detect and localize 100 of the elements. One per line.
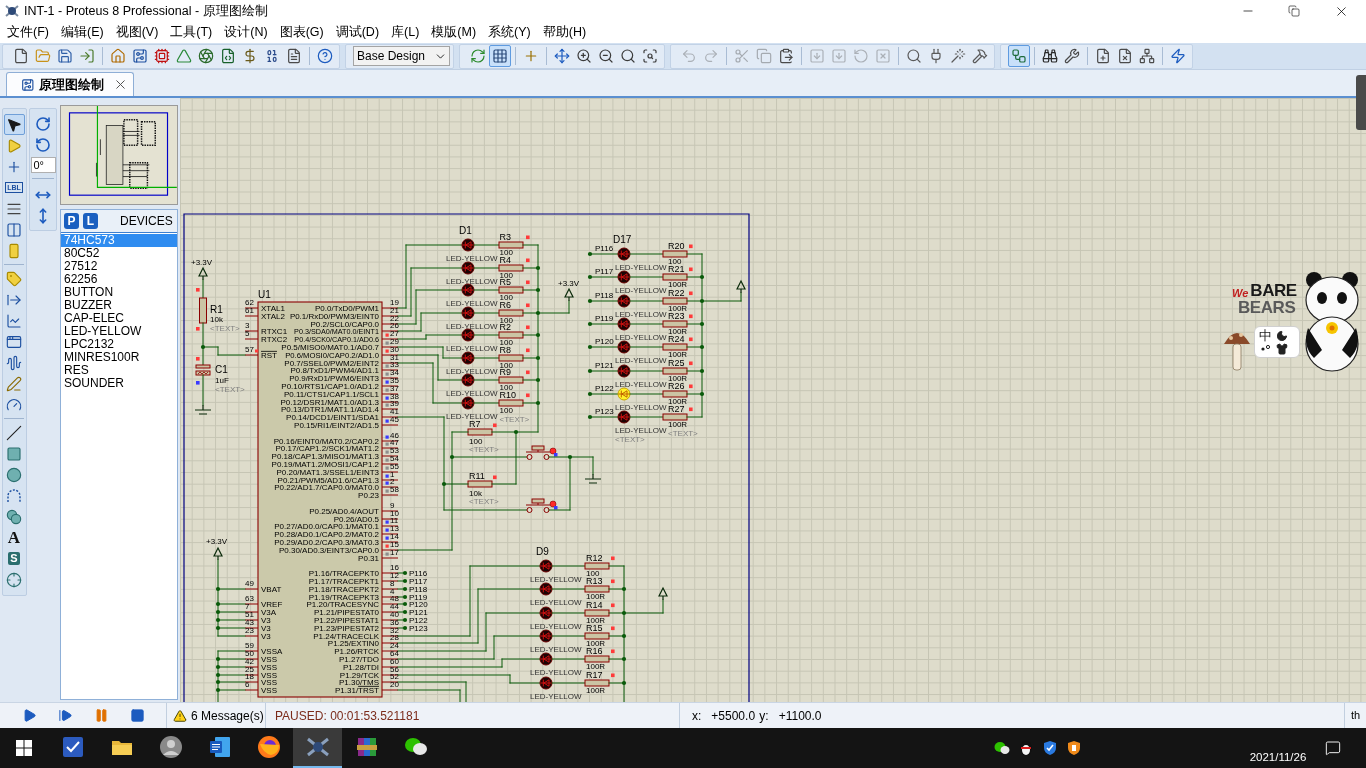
zoom-in-icon bbox=[576, 48, 592, 64]
messages-button[interactable]: 6 Message(s) bbox=[173, 705, 264, 726]
menu-item[interactable]: 图表(G) bbox=[273, 22, 330, 43]
device-list-item[interactable]: MINRES100R bbox=[61, 351, 177, 364]
shirt-icon[interactable] bbox=[1276, 343, 1288, 355]
shield-icon[interactable] bbox=[1043, 740, 1057, 756]
pin-name: VREF bbox=[261, 599, 283, 609]
notification-icon[interactable] bbox=[1325, 740, 1341, 756]
pin-name: VSS bbox=[261, 685, 277, 695]
device-list-item[interactable]: LPC2132 bbox=[61, 338, 177, 351]
device-list-item[interactable]: 27512 bbox=[61, 260, 177, 273]
pin-number: 29 bbox=[390, 336, 399, 346]
menu-item[interactable]: 工具(T) bbox=[164, 22, 219, 43]
line-chart-icon bbox=[6, 312, 22, 329]
part-type: LED-YELLOW bbox=[446, 298, 498, 308]
code-file-icon bbox=[220, 48, 236, 64]
pin-name: P0.28/AD0.1/CAP0.2/MAT0.2 bbox=[274, 529, 379, 539]
pin-number: 43 bbox=[245, 617, 254, 627]
device-list-item[interactable]: CAP-ELEC bbox=[61, 312, 177, 325]
part-type: LED-YELLOW bbox=[615, 332, 667, 342]
device-list-item[interactable]: BUZZER bbox=[61, 299, 177, 312]
junction-dot-icon bbox=[402, 586, 408, 592]
wire bbox=[629, 276, 664, 278]
part-value: 10k bbox=[469, 488, 482, 498]
wire bbox=[629, 393, 664, 395]
rotate-clockwise-icon bbox=[35, 115, 51, 132]
schematic-canvas[interactable] bbox=[180, 98, 1366, 702]
part-reference: R3 bbox=[499, 231, 511, 242]
menu-item[interactable]: 编辑(E) bbox=[54, 22, 110, 43]
push-button-icon bbox=[525, 498, 558, 513]
pin-number: 52 bbox=[390, 671, 399, 681]
panel-title: DEVICES bbox=[120, 213, 173, 230]
columns-icon bbox=[6, 221, 22, 238]
part-value: 100R bbox=[668, 280, 688, 290]
pin-name: P1.29/TCK bbox=[339, 670, 379, 680]
chat-icon[interactable] bbox=[994, 741, 1010, 755]
tool-button[interactable]: A bbox=[3, 527, 25, 548]
pin-name: P1.24/TRACECLK bbox=[313, 631, 379, 641]
pin-number: 19 bbox=[390, 297, 399, 307]
device-list-item[interactable]: 80C52 bbox=[61, 247, 177, 260]
tool-button[interactable]: S bbox=[3, 548, 25, 569]
pick-button[interactable]: P bbox=[64, 213, 79, 229]
pin-name: RTXC2 bbox=[261, 334, 288, 344]
design-dropdown[interactable]: Base Design bbox=[353, 46, 450, 66]
part-reference: U1 bbox=[258, 289, 271, 300]
logo-text: We bbox=[1232, 288, 1249, 299]
menu-item[interactable]: 视图(V) bbox=[109, 22, 165, 43]
pin-number: 16 bbox=[390, 562, 399, 572]
library-button[interactable]: L bbox=[83, 213, 98, 229]
scrollbar-thumb[interactable] bbox=[1356, 75, 1366, 130]
part-type: LED-YELLOW bbox=[615, 355, 667, 365]
menu-item[interactable]: 调试(D) bbox=[329, 22, 386, 43]
overview-drawing[interactable] bbox=[60, 105, 178, 205]
waveform-icon bbox=[6, 354, 22, 371]
resistor-icon bbox=[662, 273, 688, 281]
device-list-item[interactable]: 62256 bbox=[61, 273, 177, 286]
overlapping-circles-icon bbox=[6, 508, 22, 525]
pin-name: P0.31 bbox=[358, 553, 379, 563]
pin-number: 41 bbox=[390, 406, 399, 416]
pin-name: P1.21/PIPESTAT0 bbox=[313, 607, 379, 617]
lightning-icon bbox=[1170, 48, 1186, 64]
shield-icon[interactable] bbox=[1067, 740, 1081, 756]
part-reference: D1 bbox=[459, 225, 472, 236]
junction-dot-icon bbox=[587, 321, 593, 327]
device-list-item[interactable]: SOUNDER bbox=[61, 377, 177, 390]
pin-number: 18 bbox=[245, 671, 254, 681]
menu-item[interactable]: 帮助(H) bbox=[536, 22, 593, 43]
pin-name: P1.19/TRACEPKT3 bbox=[308, 592, 379, 602]
clock-date[interactable]: 2021/11/26 bbox=[1249, 750, 1307, 764]
wire bbox=[202, 374, 204, 406]
wire bbox=[589, 300, 619, 302]
remove-page-icon bbox=[1117, 48, 1133, 64]
resistor-icon bbox=[498, 264, 524, 272]
pin-number: 30 bbox=[390, 344, 399, 354]
junction-dot-icon bbox=[215, 609, 221, 615]
ground-icon bbox=[194, 404, 212, 415]
pin-name: P1.31/TRST bbox=[334, 685, 379, 695]
input-mode-text[interactable]: 中 bbox=[1259, 329, 1272, 343]
moon-icon[interactable] bbox=[1276, 330, 1288, 342]
menu-item[interactable]: 设计(N) bbox=[218, 22, 274, 43]
part-value: 100 bbox=[499, 406, 513, 416]
circuit-icon bbox=[21, 77, 35, 92]
pin-name: P1.28/TDI bbox=[343, 662, 379, 672]
device-list-item[interactable]: RES bbox=[61, 364, 177, 377]
menu-item[interactable]: 文件(F) bbox=[1, 22, 55, 43]
tool-button[interactable] bbox=[3, 114, 25, 135]
angle-field[interactable]: 0° bbox=[30, 157, 56, 173]
junction-dot-icon bbox=[587, 414, 593, 420]
document-tab[interactable]: 原理图绘制 bbox=[6, 72, 134, 96]
menu-item[interactable]: 系统(Y) bbox=[482, 22, 537, 43]
menu-item[interactable]: 模版(M) bbox=[425, 22, 483, 43]
part-type: LED-YELLOW bbox=[530, 691, 582, 701]
menu-item[interactable]: 库(L) bbox=[385, 22, 426, 43]
pin-name: V3A bbox=[261, 607, 277, 617]
pin-name: P0.13/DTR1/MAT1.1/AD1.4 bbox=[280, 404, 379, 414]
pin-name: P0.25/AD0.4/AOUT bbox=[309, 506, 379, 516]
grid-icon bbox=[492, 48, 508, 64]
device-list-item[interactable]: LED-YELLOW bbox=[61, 325, 177, 338]
device-list[interactable]: 74HC573 80C52 27512 62256 BUTTON BUZZER CAP-ELEC LED-YELLOW LPC2132 MINRES100R RES SOUNDER bbox=[61, 232, 177, 699]
device-list-item[interactable]: BUTTON bbox=[61, 286, 177, 299]
